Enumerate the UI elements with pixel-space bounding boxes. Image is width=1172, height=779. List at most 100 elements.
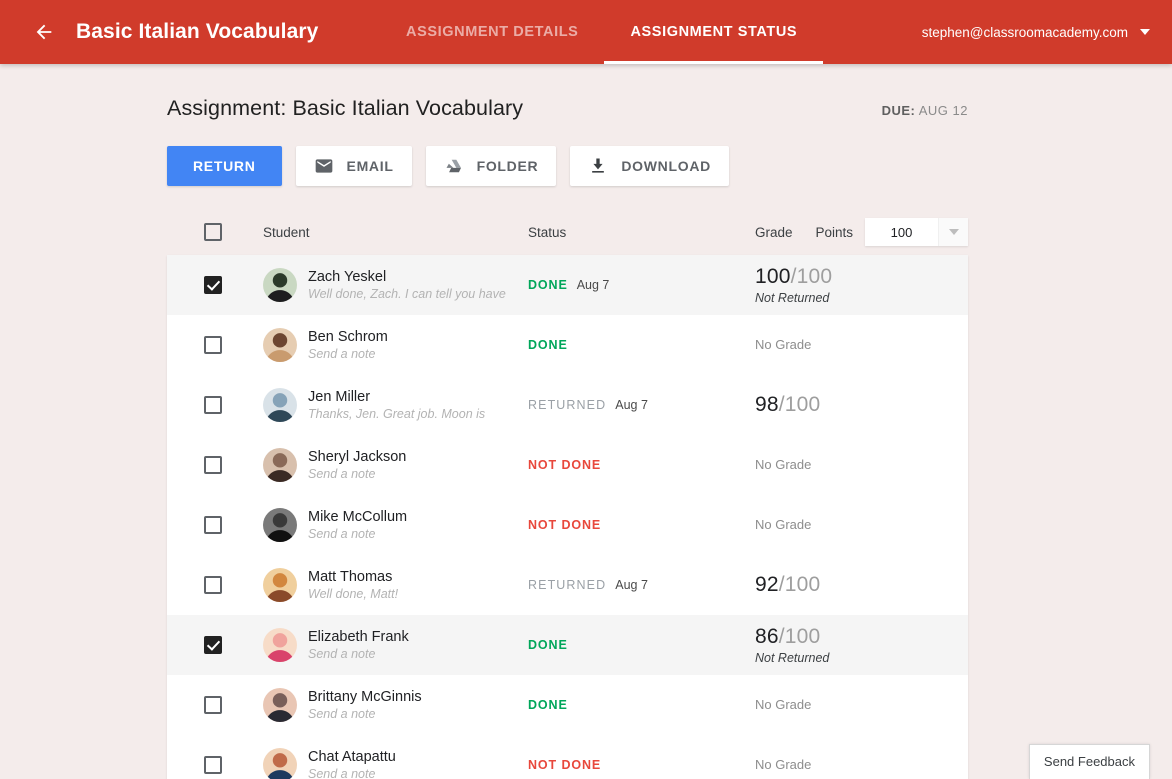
status-badge: RETURNED bbox=[528, 578, 606, 592]
grade-cell[interactable]: No Grade bbox=[755, 336, 968, 354]
grade-cell[interactable]: 86/100Not Returned bbox=[755, 625, 968, 666]
row-checkbox[interactable] bbox=[204, 276, 222, 294]
student-note[interactable]: Send a note bbox=[308, 526, 407, 542]
send-feedback-button[interactable]: Send Feedback bbox=[1029, 744, 1150, 779]
envelope-icon bbox=[314, 156, 334, 176]
grade-total: /100 bbox=[791, 265, 833, 288]
grade-cell[interactable]: No Grade bbox=[755, 696, 968, 714]
grade-cell[interactable]: 100/100Not Returned bbox=[755, 265, 968, 306]
student-cell: Jen MillerThanks, Jen. Great job. Moon i… bbox=[263, 388, 528, 422]
chevron-down-icon bbox=[949, 229, 959, 235]
student-cell: Brittany McGinnisSend a note bbox=[263, 688, 528, 722]
status-cell: DONEAug 7 bbox=[528, 278, 755, 292]
points-input[interactable] bbox=[865, 218, 938, 246]
student-cell: Matt ThomasWell done, Matt! bbox=[263, 568, 528, 602]
status-badge: DONE bbox=[528, 638, 568, 652]
select-all-cell bbox=[204, 223, 263, 241]
status-badge: RETURNED bbox=[528, 398, 606, 412]
select-all-checkbox[interactable] bbox=[204, 223, 222, 241]
student-cell: Elizabeth FrankSend a note bbox=[263, 628, 528, 662]
student-note[interactable]: Send a note bbox=[308, 766, 396, 779]
student-note[interactable]: Thanks, Jen. Great job. Moon is bbox=[308, 406, 485, 422]
row-checkbox[interactable] bbox=[204, 336, 222, 354]
grade-cell[interactable]: 98/100 bbox=[755, 393, 968, 417]
return-button[interactable]: RETURN bbox=[167, 146, 282, 186]
student-name: Elizabeth Frank bbox=[308, 629, 409, 646]
grade-none: No Grade bbox=[755, 757, 811, 772]
student-name: Jen Miller bbox=[308, 389, 485, 406]
student-note[interactable]: Send a note bbox=[308, 646, 409, 662]
student-name: Zach Yeskel bbox=[308, 269, 506, 286]
grade-cell[interactable]: No Grade bbox=[755, 516, 968, 534]
row-checkbox[interactable] bbox=[204, 636, 222, 654]
table-row[interactable]: Mike McCollumSend a noteNOT DONENo Grade bbox=[167, 495, 968, 555]
drive-folder-icon bbox=[444, 156, 464, 176]
row-select-cell bbox=[204, 516, 263, 534]
row-checkbox[interactable] bbox=[204, 456, 222, 474]
table-row[interactable]: Elizabeth FrankSend a noteDONE86/100Not … bbox=[167, 615, 968, 675]
avatar bbox=[263, 628, 297, 662]
account-menu[interactable]: stephen@classroomacademy.com bbox=[922, 0, 1150, 64]
row-checkbox[interactable] bbox=[204, 756, 222, 774]
app-title: Basic Italian Vocabulary bbox=[76, 20, 318, 44]
action-toolbar: RETURN EMAIL FOLDER bbox=[167, 146, 968, 186]
points-label: Points bbox=[815, 225, 853, 240]
avatar bbox=[263, 268, 297, 302]
table-row[interactable]: Ben SchromSend a noteDONENo Grade bbox=[167, 315, 968, 375]
student-name: Sheryl Jackson bbox=[308, 449, 406, 466]
grade-value: 100/100 bbox=[755, 265, 968, 289]
avatar bbox=[263, 568, 297, 602]
grade-score: 86 bbox=[755, 625, 779, 648]
grade-total: /100 bbox=[779, 625, 821, 648]
avatar bbox=[263, 748, 297, 779]
row-checkbox[interactable] bbox=[204, 516, 222, 534]
status-badge: DONE bbox=[528, 338, 568, 352]
row-select-cell bbox=[204, 396, 263, 414]
tab-assignment-status[interactable]: ASSIGNMENT STATUS bbox=[604, 0, 823, 64]
email-button-label: EMAIL bbox=[347, 158, 394, 174]
student-note[interactable]: Well done, Zach. I can tell you have bbox=[308, 286, 506, 302]
back-arrow-icon[interactable] bbox=[24, 12, 64, 52]
table-row[interactable]: Sheryl JacksonSend a noteNOT DONENo Grad… bbox=[167, 435, 968, 495]
table-row[interactable]: Jen MillerThanks, Jen. Great job. Moon i… bbox=[167, 375, 968, 435]
grade-cell[interactable]: No Grade bbox=[755, 456, 968, 474]
tab-assignment-details[interactable]: ASSIGNMENT DETAILS bbox=[380, 0, 604, 64]
row-checkbox[interactable] bbox=[204, 576, 222, 594]
student-note[interactable]: Send a note bbox=[308, 466, 406, 482]
table-row[interactable]: Chat AtapattuSend a noteNOT DONENo Grade bbox=[167, 735, 968, 779]
student-cell: Sheryl JacksonSend a note bbox=[263, 448, 528, 482]
student-note[interactable]: Send a note bbox=[308, 346, 388, 362]
status-cell: NOT DONE bbox=[528, 518, 755, 532]
status-cell: RETURNEDAug 7 bbox=[528, 398, 755, 412]
row-checkbox[interactable] bbox=[204, 396, 222, 414]
table-row[interactable]: Zach YeskelWell done, Zach. I can tell y… bbox=[167, 255, 968, 315]
row-checkbox[interactable] bbox=[204, 696, 222, 714]
row-select-cell bbox=[204, 696, 263, 714]
status-cell: DONE bbox=[528, 338, 755, 352]
row-select-cell bbox=[204, 756, 263, 774]
avatar bbox=[263, 508, 297, 542]
account-email: stephen@classroomacademy.com bbox=[922, 25, 1128, 40]
grade-total: /100 bbox=[779, 573, 821, 596]
tab-bar: ASSIGNMENT DETAILS ASSIGNMENT STATUS bbox=[380, 0, 823, 64]
status-cell: NOT DONE bbox=[528, 758, 755, 772]
table-row[interactable]: Matt ThomasWell done, Matt!RETURNEDAug 7… bbox=[167, 555, 968, 615]
download-button[interactable]: DOWNLOAD bbox=[570, 146, 729, 186]
grade-cell[interactable]: No Grade bbox=[755, 756, 968, 774]
student-note[interactable]: Well done, Matt! bbox=[308, 586, 398, 602]
email-button[interactable]: EMAIL bbox=[296, 146, 412, 186]
avatar bbox=[263, 388, 297, 422]
due-value: AUG 12 bbox=[919, 103, 968, 118]
grade-return-state: Not Returned bbox=[755, 290, 968, 306]
status-badge: NOT DONE bbox=[528, 758, 601, 772]
folder-button[interactable]: FOLDER bbox=[426, 146, 557, 186]
table-row[interactable]: Brittany McGinnisSend a noteDONE No Grade bbox=[167, 675, 968, 735]
points-dropdown-button[interactable] bbox=[938, 218, 968, 246]
grade-none: No Grade bbox=[755, 457, 811, 472]
points-control: Points bbox=[815, 218, 968, 246]
column-header-grade: Grade bbox=[755, 225, 793, 240]
status-badge: DONE bbox=[528, 698, 568, 712]
student-note[interactable]: Send a note bbox=[308, 706, 422, 722]
grade-cell[interactable]: 92/100 bbox=[755, 573, 968, 597]
chevron-down-icon bbox=[1140, 29, 1150, 35]
